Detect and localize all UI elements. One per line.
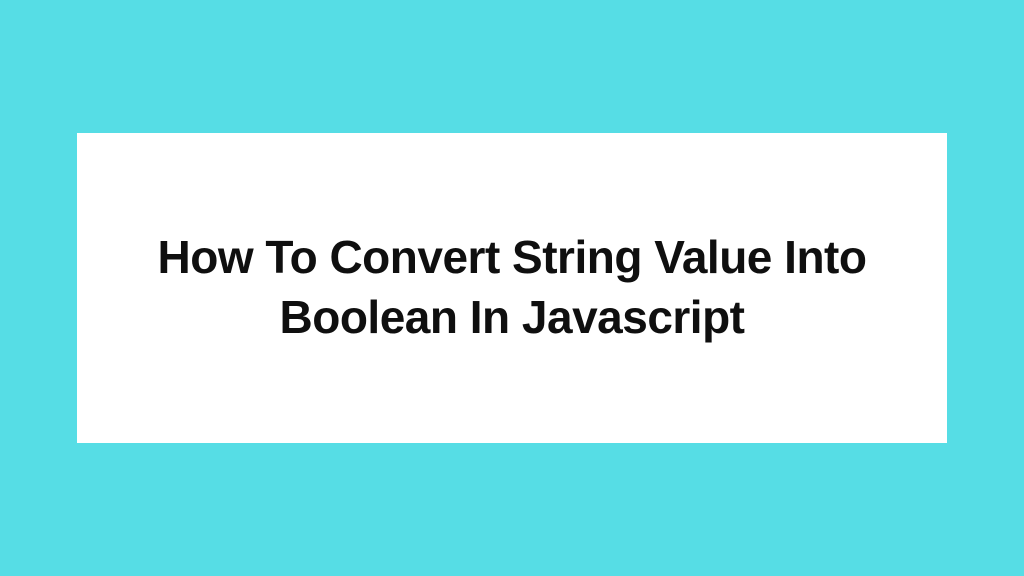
main-title: How To Convert String Value Into Boolean…: [137, 228, 887, 348]
title-card: How To Convert String Value Into Boolean…: [77, 133, 947, 443]
